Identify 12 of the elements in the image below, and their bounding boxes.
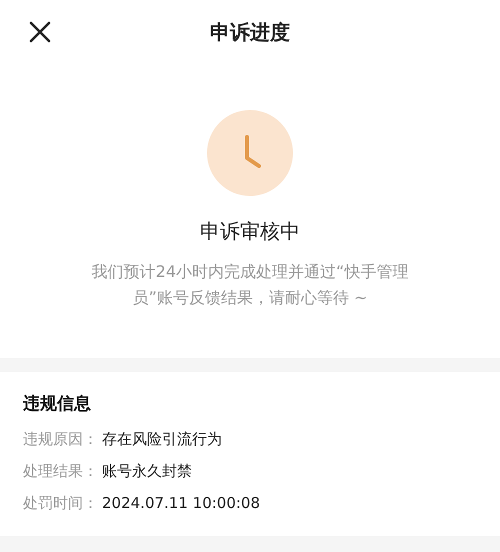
info-value: 存在风险引流行为 [102, 430, 222, 448]
info-label: 处罚时间： [23, 494, 98, 512]
clock-icon [207, 110, 293, 196]
page-title: 申诉进度 [210, 18, 290, 46]
close-icon[interactable] [29, 21, 51, 43]
info-label: 处理结果： [23, 462, 98, 480]
info-value: 2024.07.11 10:00:08 [102, 494, 260, 512]
status-description: 我们预计24小时内完成处理并通过“快手管理员”账号反馈结果，请耐心等待 ~ [90, 261, 410, 309]
info-value: 账号永久封禁 [102, 462, 192, 480]
info-label: 违规原因： [23, 430, 98, 448]
section-title: 违规信息 [23, 393, 92, 415]
status-title: 申诉审核中 [200, 218, 300, 245]
